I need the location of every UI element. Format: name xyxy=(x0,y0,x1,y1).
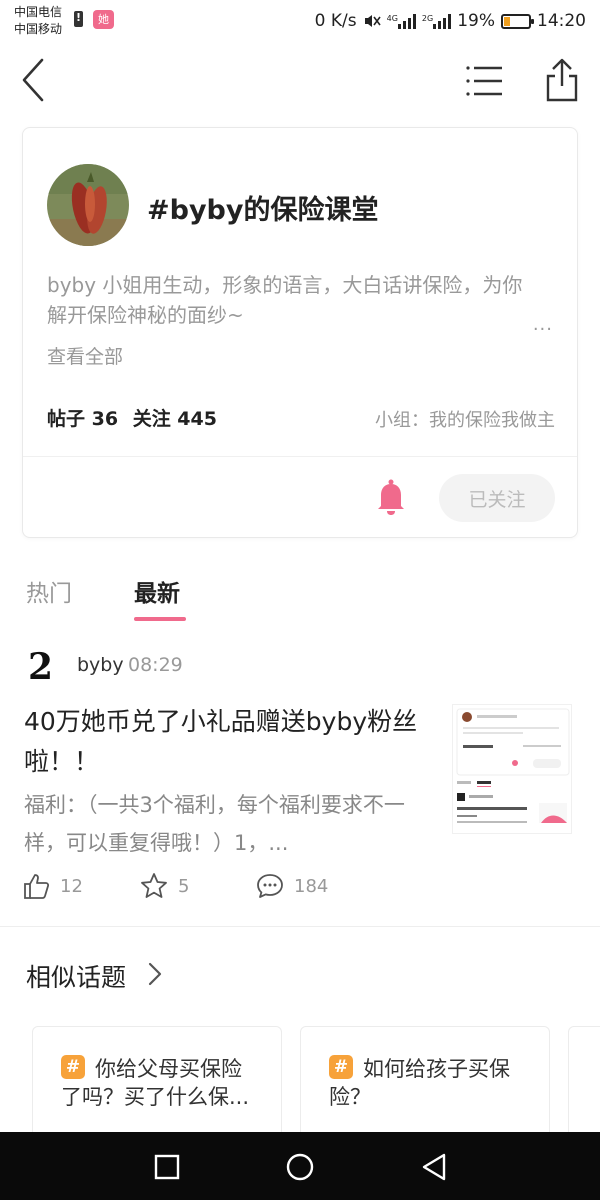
section-divider xyxy=(0,926,600,927)
chevron-left-icon xyxy=(22,58,44,102)
post-excerpt[interactable]: 福利：（一共3个福利，每个福利要求不一样，可以重复得哦！）1，... xyxy=(24,786,424,862)
post-title[interactable]: 40万她币兑了小礼品赠送byby粉丝啦！！ xyxy=(24,702,434,782)
back-triangle-icon[interactable] xyxy=(420,1152,448,1182)
post-author[interactable]: byby xyxy=(77,654,124,676)
recent-apps-icon[interactable] xyxy=(154,1154,180,1180)
top-navigation xyxy=(0,44,600,120)
mute-icon xyxy=(364,15,381,27)
tab-latest[interactable]: 最新 xyxy=(134,574,180,608)
battery-percent: 19% xyxy=(457,11,495,31)
signal-1-icon: 4G xyxy=(387,13,416,29)
share-button[interactable] xyxy=(540,56,584,104)
more-dots-icon[interactable]: ... xyxy=(533,314,553,335)
back-button[interactable] xyxy=(14,54,54,106)
like-action[interactable]: 12 xyxy=(22,872,83,900)
signal-2-icon: 2G xyxy=(421,13,452,29)
author-avatar[interactable]: 2 xyxy=(28,648,60,686)
carrier-2: 中国移动 xyxy=(14,22,63,36)
topic-stats: 帖子 36 关注 445 xyxy=(47,404,225,431)
posts-count: 帖子 36 xyxy=(47,408,119,430)
bell-icon xyxy=(378,479,404,515)
status-bar: 中国电信 中国移动 她 0 K/s 4G 2G 19% 14:20 xyxy=(0,0,600,44)
carrier-1: 中国电信 xyxy=(14,5,63,19)
tab-hot[interactable]: 热门 xyxy=(26,574,72,608)
list-menu-button[interactable] xyxy=(460,60,508,100)
similar-topics-title[interactable]: 相似话题 xyxy=(26,958,126,994)
topic-card: #byby的保险课堂 byby 小姐用生动，形象的语言，大白话讲保险，为你解开保… xyxy=(22,127,578,538)
favorite-count: 5 xyxy=(178,875,190,897)
card-divider xyxy=(23,456,577,457)
share-icon xyxy=(546,58,578,102)
battery-icon xyxy=(501,13,534,29)
similar-topic-card[interactable]: # 你给父母买保险了吗？买了什么保... xyxy=(32,1026,282,1146)
star-icon xyxy=(141,873,167,898)
similar-topic-text: 你给父母买保险了吗？买了什么保... xyxy=(61,1057,250,1109)
comment-action[interactable]: 184 xyxy=(256,872,328,900)
similar-topic-card[interactable]: # 如何给孩子买保险？ xyxy=(300,1026,550,1146)
status-right: 0 K/s 4G 2G 19% 14:20 xyxy=(315,9,586,33)
group-link[interactable]: 小组：我的保险我做主 xyxy=(375,406,555,432)
topic-description: byby 小姐用生动，形象的语言，大白话讲保险，为你解开保险神秘的面纱~ xyxy=(47,273,523,327)
follows-count: 关注 445 xyxy=(132,408,217,430)
clock: 14:20 xyxy=(537,11,586,31)
home-icon[interactable] xyxy=(285,1152,315,1182)
signal-2-label: 2G xyxy=(421,14,434,23)
followed-button[interactable]: 已关注 xyxy=(439,474,555,522)
chevron-right-icon[interactable] xyxy=(146,960,164,988)
system-navigation-bar xyxy=(0,1132,600,1200)
like-count: 12 xyxy=(60,875,83,897)
sweet-potato-image xyxy=(47,164,129,246)
thumbs-up-icon xyxy=(24,874,50,899)
similar-topic-card-partial[interactable] xyxy=(568,1026,600,1146)
carrier-info: 中国电信 中国移动 xyxy=(14,4,62,38)
see-all-link[interactable]: 查看全部 xyxy=(47,342,123,369)
similar-topic-text: 如何给孩子买保险？ xyxy=(329,1057,510,1109)
topic-title: #byby的保险课堂 xyxy=(147,195,379,226)
sim-alert-icon xyxy=(74,11,83,27)
post-time: 08:29 xyxy=(128,654,183,676)
favorite-action[interactable]: 5 xyxy=(140,872,189,900)
signal-1-label: 4G xyxy=(386,14,398,23)
comment-bubble-icon xyxy=(257,874,283,898)
screenshot-thumbnail-image xyxy=(456,708,570,823)
network-speed: 0 K/s xyxy=(314,11,357,31)
topic-avatar xyxy=(47,164,129,246)
post-thumbnail[interactable] xyxy=(452,704,572,834)
active-tab-indicator xyxy=(134,617,186,621)
comment-count: 184 xyxy=(294,875,329,897)
list-icon xyxy=(466,66,502,96)
notification-bell-button[interactable] xyxy=(375,478,407,518)
app-notification-icon: 她 xyxy=(93,10,114,29)
